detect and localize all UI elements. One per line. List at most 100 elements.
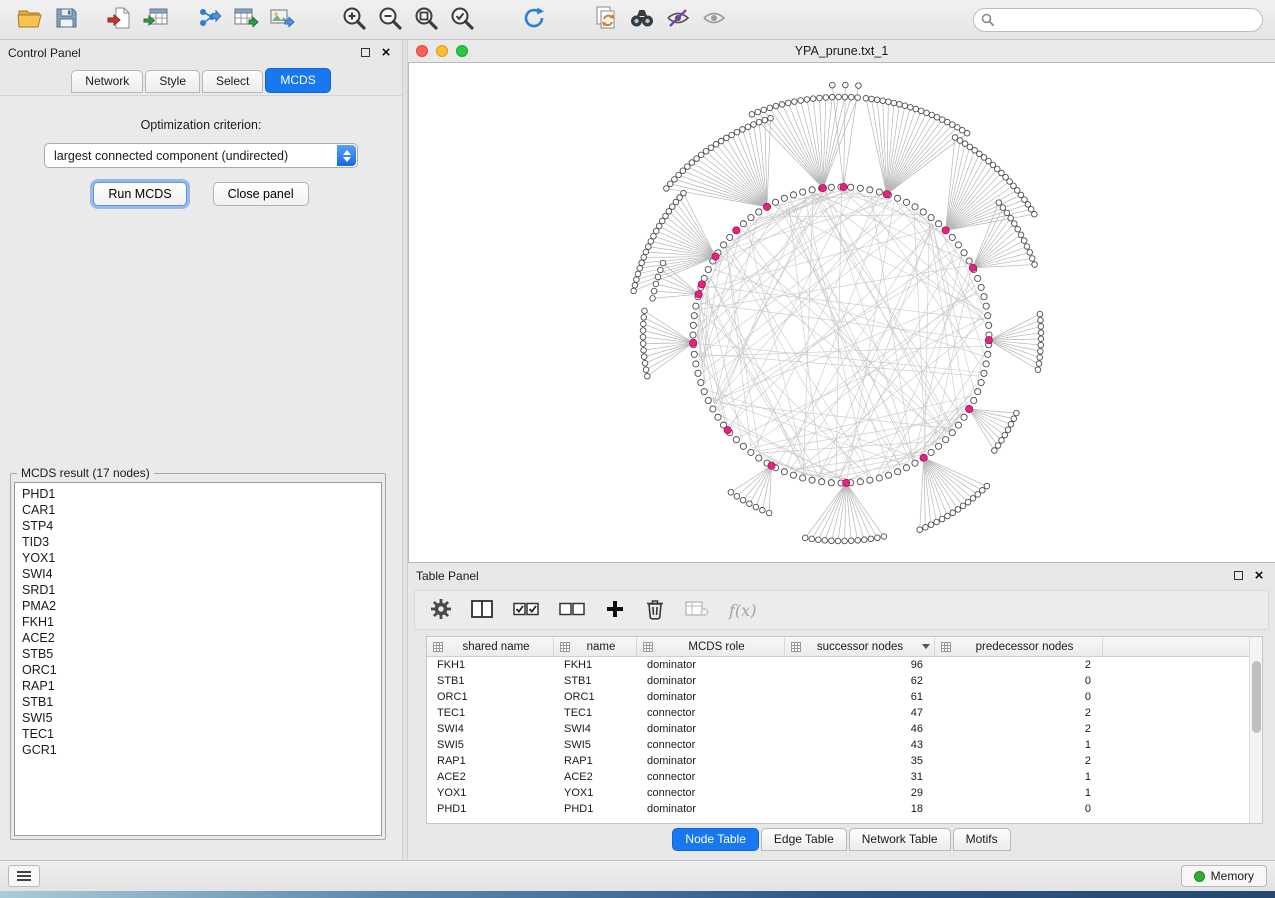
- result-node-item[interactable]: STP4: [22, 518, 381, 534]
- result-node-item[interactable]: SRD1: [22, 582, 381, 598]
- column-header-MCDS-role[interactable]: MCDS role: [637, 637, 785, 656]
- refresh-view-button[interactable]: [516, 4, 552, 36]
- result-node-item[interactable]: TEC1: [22, 726, 381, 742]
- zoom-in-button[interactable]: [336, 4, 372, 36]
- window-minimize-icon[interactable]: [436, 45, 448, 57]
- result-node-item[interactable]: SWI5: [22, 710, 381, 726]
- result-node-item[interactable]: PHD1: [22, 486, 381, 502]
- result-node-item[interactable]: STB1: [22, 694, 381, 710]
- run-mcds-button[interactable]: Run MCDS: [93, 182, 186, 206]
- export-image-button[interactable]: [264, 4, 300, 36]
- column-header-shared-name[interactable]: shared name: [427, 637, 554, 656]
- table-cell: dominator: [637, 803, 785, 815]
- table-cell: 47: [785, 707, 935, 719]
- table-row[interactable]: PHD1PHD1dominator180: [427, 801, 1262, 817]
- tab-edge-table[interactable]: Edge Table: [761, 828, 847, 851]
- import-network-button[interactable]: [102, 4, 138, 36]
- table-row[interactable]: YOX1YOX1connector291: [427, 785, 1262, 801]
- task-history-button[interactable]: [8, 865, 40, 887]
- tab-node-table[interactable]: Node Table: [672, 828, 759, 851]
- table-row[interactable]: SWI4SWI4dominator462: [427, 721, 1262, 737]
- result-node-item[interactable]: ORC1: [22, 662, 381, 678]
- close-icon: ×: [382, 47, 391, 59]
- result-node-item[interactable]: YOX1: [22, 550, 381, 566]
- table-settings-button[interactable]: [431, 596, 451, 624]
- save-icon: [54, 6, 78, 33]
- memory-button[interactable]: Memory: [1181, 865, 1267, 887]
- table-cell: 35: [785, 755, 935, 767]
- tab-network-table[interactable]: Network Table: [849, 828, 951, 851]
- result-node-item[interactable]: GCR1: [22, 742, 381, 758]
- function-builder-button[interactable]: f(x): [729, 596, 756, 624]
- delete-table-button[interactable]: [685, 596, 709, 624]
- zoom-out-button[interactable]: [372, 4, 408, 36]
- table-row[interactable]: STB1STB1dominator620: [427, 673, 1262, 689]
- tab-mcds[interactable]: MCDS: [265, 68, 330, 93]
- result-node-item[interactable]: CAR1: [22, 502, 381, 518]
- table-float-button[interactable]: [1230, 568, 1246, 584]
- result-node-item[interactable]: STB5: [22, 646, 381, 662]
- open-file-button[interactable]: [12, 4, 48, 36]
- select-all-button[interactable]: [513, 596, 539, 624]
- result-node-item[interactable]: FKH1: [22, 614, 381, 630]
- tab-select[interactable]: Select: [202, 70, 263, 93]
- table-row[interactable]: ACE2ACE2connector311: [427, 769, 1262, 785]
- network-canvas[interactable]: [408, 62, 1275, 563]
- tab-style[interactable]: Style: [145, 70, 200, 93]
- table-close-button[interactable]: ×: [1251, 568, 1267, 584]
- add-column-button[interactable]: [605, 596, 625, 624]
- column-header-successor-nodes[interactable]: successor nodes: [785, 637, 935, 656]
- table-row[interactable]: FKH1FKH1dominator962: [427, 657, 1262, 673]
- zoom-selected-button[interactable]: [444, 4, 480, 36]
- window-close-icon[interactable]: [416, 45, 428, 57]
- clone-document-icon: [593, 5, 619, 34]
- result-node-item[interactable]: TID3: [22, 534, 381, 550]
- result-node-item[interactable]: PMA2: [22, 598, 381, 614]
- table-row[interactable]: SWI5SWI5connector431: [427, 737, 1262, 753]
- close-panel-action-button[interactable]: Close panel: [213, 182, 309, 206]
- tab-motifs[interactable]: Motifs: [953, 828, 1011, 851]
- hide-selected-button[interactable]: [660, 4, 696, 36]
- plus-icon: [605, 599, 625, 622]
- result-node-item[interactable]: RAP1: [22, 678, 381, 694]
- find-button[interactable]: [624, 4, 660, 36]
- search-input[interactable]: [973, 8, 1263, 32]
- show-all-button[interactable]: [696, 4, 732, 36]
- float-panel-button[interactable]: [357, 45, 373, 61]
- save-session-button[interactable]: [48, 4, 84, 36]
- column-header-predecessor-nodes[interactable]: predecessor nodes: [935, 637, 1103, 656]
- show-column-button[interactable]: [471, 596, 493, 624]
- window-maximize-icon[interactable]: [456, 45, 468, 57]
- column-header-name[interactable]: name: [554, 637, 637, 656]
- close-panel-button[interactable]: ×: [378, 45, 394, 61]
- deselect-all-button[interactable]: [559, 596, 585, 624]
- table-cell: ORC1: [427, 691, 554, 703]
- network-graph[interactable]: [409, 63, 1275, 562]
- table-cell: TEC1: [554, 707, 637, 719]
- table-scrollbar[interactable]: [1249, 637, 1262, 823]
- result-node-item[interactable]: ACE2: [22, 630, 381, 646]
- table-row[interactable]: ORC1ORC1dominator610: [427, 689, 1262, 705]
- trash-icon: [645, 598, 665, 623]
- table-cell: RAP1: [427, 755, 554, 767]
- column-grid-icon: [941, 642, 951, 652]
- delete-column-button[interactable]: [645, 596, 665, 624]
- table-row[interactable]: TEC1TEC1connector472: [427, 705, 1262, 721]
- import-table-button[interactable]: [138, 4, 174, 36]
- table-panel: Table Panel ×: [408, 563, 1275, 860]
- table-cell: ACE2: [554, 771, 637, 783]
- mcds-result-list[interactable]: PHD1CAR1STP4TID3YOX1SWI4SRD1PMA2FKH1ACE2…: [14, 482, 382, 836]
- table-cell: 2: [935, 723, 1103, 735]
- import-network-file-icon: [107, 6, 133, 33]
- table-row[interactable]: RAP1RAP1dominator352: [427, 753, 1262, 769]
- export-table-button[interactable]: [228, 4, 264, 36]
- clone-network-button[interactable]: [588, 4, 624, 36]
- zoom-fit-button[interactable]: [408, 4, 444, 36]
- table-scrollbar-thumb[interactable]: [1252, 661, 1261, 733]
- dropdown-stepper-icon: [337, 145, 356, 166]
- tab-network[interactable]: Network: [71, 70, 143, 93]
- export-network-button[interactable]: [192, 4, 228, 36]
- table-cell: 96: [785, 659, 935, 671]
- criterion-dropdown[interactable]: largest connected component (undirected): [44, 143, 358, 168]
- result-node-item[interactable]: SWI4: [22, 566, 381, 582]
